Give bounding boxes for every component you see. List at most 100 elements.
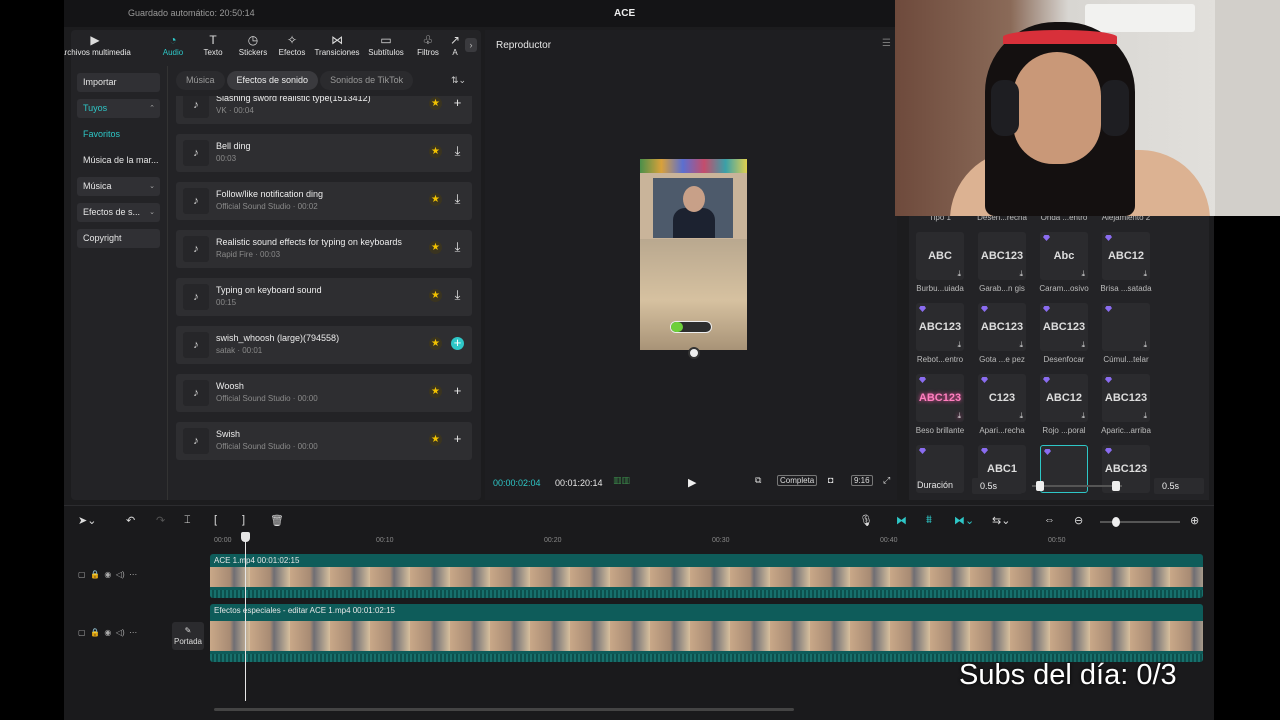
track-controls[interactable]: ▢ 🔒 ◉ ◁) ⋯: [78, 570, 137, 579]
tab-audio[interactable]: ◔ Audio: [153, 30, 193, 57]
zoom-knob[interactable]: [1112, 517, 1120, 527]
slider-knob-in[interactable]: [1036, 481, 1044, 491]
cover-button[interactable]: ✎ Portada: [172, 622, 204, 650]
download-icon[interactable]: +: [451, 432, 464, 446]
download-icon[interactable]: ⤓: [1081, 412, 1085, 420]
video-preview[interactable]: [640, 159, 747, 350]
nav-copyright[interactable]: Copyright: [77, 229, 160, 248]
rotate-handle-icon[interactable]: [688, 347, 700, 359]
ratio-button[interactable]: 9:16: [851, 475, 873, 486]
play-button[interactable]: ▶: [688, 476, 696, 489]
sound-item[interactable]: ♪ Typing on keyboard sound 00:15 ★ ⤓: [176, 278, 472, 316]
sound-item[interactable]: ♪ Swish Official Sound Studio · 00:00 ★ +: [176, 422, 472, 460]
download-icon[interactable]: ⤓: [1019, 341, 1023, 349]
sound-item[interactable]: ♪ Bell ding 00:03 ★ ⤓: [176, 134, 472, 172]
tabs-scroll-right-icon[interactable]: ›: [465, 38, 477, 52]
download-icon[interactable]: ⤓: [451, 288, 464, 302]
subtab-musica[interactable]: Música: [176, 71, 225, 90]
download-icon[interactable]: ⤓: [957, 412, 961, 420]
download-icon[interactable]: ⤓: [1081, 270, 1085, 278]
sound-item[interactable]: ♪ Follow/like notification ding Official S…: [176, 182, 472, 220]
duration-slider[interactable]: [1032, 481, 1122, 491]
tab-filters[interactable]: ♧ Filtros: [409, 30, 447, 57]
text-style-tile[interactable]: ABC123 ⤓: [978, 303, 1026, 351]
download-icon[interactable]: ⤓: [1019, 412, 1023, 420]
text-style-tile[interactable]: ABC12 ⤓: [1102, 232, 1150, 280]
favorite-star-icon[interactable]: ★: [429, 241, 442, 254]
playhead[interactable]: [245, 536, 246, 701]
favorite-star-icon[interactable]: ★: [429, 289, 442, 302]
download-icon[interactable]: ⤓: [957, 341, 961, 349]
download-icon[interactable]: ⤓: [1143, 341, 1147, 349]
track-controls[interactable]: ▢ 🔒 ◉ ◁) ⋯: [78, 628, 137, 637]
timeline-scrollbar[interactable]: [214, 708, 794, 711]
tab-effects[interactable]: ✧ Efectos: [273, 30, 311, 57]
nav-importar[interactable]: Importar: [77, 73, 160, 92]
crop-icon[interactable]: ⧉: [755, 475, 761, 486]
favorite-star-icon[interactable]: ★: [429, 97, 442, 110]
add-to-timeline-button[interactable]: +: [451, 336, 464, 350]
screenshot-icon[interactable]: ◘: [828, 475, 833, 485]
select-tool-icon[interactable]: ➤⌄: [78, 514, 96, 527]
subtab-efectos-sonido[interactable]: Efectos de sonido: [226, 71, 319, 90]
download-icon[interactable]: ⤓: [1019, 270, 1023, 278]
tab-text[interactable]: T Texto: [193, 30, 233, 57]
text-style-tile[interactable]: ABC123 ⤓: [916, 303, 964, 351]
tab-media[interactable]: ▶ Archivos multimedia: [64, 30, 131, 57]
tab-subtitles[interactable]: ▭ Subtítulos: [363, 30, 409, 57]
download-icon[interactable]: ⤓: [451, 240, 464, 254]
video-clip-1[interactable]: ACE 1.mp4 00:01:02:15: [210, 554, 1203, 598]
split-icon[interactable]: ⌶: [184, 514, 191, 527]
download-icon[interactable]: +: [451, 384, 464, 398]
download-icon[interactable]: ⤓: [1143, 412, 1147, 420]
tab-stickers[interactable]: ◷ Stickers: [233, 30, 273, 57]
duration-in-field[interactable]: 0.5s: [972, 478, 1022, 494]
delete-icon[interactable]: 🗑: [270, 514, 284, 527]
preview-axis-icon[interactable]: ⇆⌄: [992, 514, 1010, 527]
text-style-tile[interactable]: Abc ⤓: [1040, 232, 1088, 280]
nav-musica[interactable]: Música ⌄: [77, 177, 160, 196]
text-style-tile[interactable]: C123 ⤓: [978, 374, 1026, 422]
download-icon[interactable]: ⤓: [1143, 270, 1147, 278]
undo-icon[interactable]: ↶: [126, 514, 135, 527]
download-icon[interactable]: ⤓: [957, 270, 961, 278]
sound-item[interactable]: ♪ Realistic sound effects for typing on k…: [176, 230, 472, 268]
menu-icon[interactable]: ☰: [882, 38, 891, 49]
completa-button[interactable]: Completa: [777, 475, 818, 486]
tab-adjust[interactable]: ↗ A: [447, 30, 463, 57]
zoom-out-icon[interactable]: ⊖: [1074, 514, 1083, 527]
trim-right-icon[interactable]: ]: [242, 514, 245, 526]
zoom-slider[interactable]: [1100, 517, 1180, 527]
favorite-star-icon[interactable]: ★: [429, 145, 442, 158]
text-style-tile[interactable]: ⤓: [1102, 303, 1150, 351]
trim-left-icon[interactable]: [: [214, 514, 217, 526]
subtab-tiktok[interactable]: Sonidos de TikTok: [320, 71, 414, 90]
nav-tuyos[interactable]: Tuyos ⌃: [77, 99, 160, 118]
microphone-icon[interactable]: 🎙: [859, 514, 873, 527]
tab-transitions[interactable]: ⋈ Transiciones: [311, 30, 363, 57]
sound-item[interactable]: ♪ Slashing sword realistic type(1513412) V…: [176, 96, 472, 124]
video-clip-2[interactable]: Efectos especiales - editar ACE 1.mp4 00…: [210, 604, 1203, 662]
duration-out-field[interactable]: 0.5s: [1154, 478, 1204, 494]
nav-efectos-sonido[interactable]: Efectos de s... ⌄: [77, 203, 160, 222]
slider-knob-out[interactable]: [1112, 481, 1120, 491]
sound-item[interactable]: ♪ Woosh Official Sound Studio · 00:00 ★ +: [176, 374, 472, 412]
nav-musica-marca[interactable]: Música de la mar...: [77, 151, 160, 170]
download-icon[interactable]: ⤓: [451, 144, 464, 158]
download-icon[interactable]: ⤓: [1081, 341, 1085, 349]
sound-item[interactable]: ♪ swish_whoosh (large)(794558) satak · 00:…: [176, 326, 472, 364]
favorite-star-icon[interactable]: ★: [429, 193, 442, 206]
nav-favoritos[interactable]: Favoritos: [77, 125, 160, 144]
fullscreen-icon[interactable]: ⤢: [883, 475, 890, 486]
redo-icon[interactable]: ↷: [156, 514, 165, 527]
link-clips-icon[interactable]: ⧓: [896, 514, 907, 527]
favorite-star-icon[interactable]: ★: [429, 337, 442, 350]
magnet-icon[interactable]: ⩩: [926, 514, 932, 527]
fit-icon[interactable]: ⇔: [1044, 514, 1055, 526]
favorite-star-icon[interactable]: ★: [429, 385, 442, 398]
download-icon[interactable]: ⤓: [451, 192, 464, 206]
zoom-in-icon[interactable]: ⊕: [1190, 514, 1199, 527]
download-icon[interactable]: +: [451, 96, 464, 110]
text-style-tile[interactable]: ABC123 ⤓: [1102, 374, 1150, 422]
text-style-tile[interactable]: ABC123 ⤓: [916, 374, 964, 422]
